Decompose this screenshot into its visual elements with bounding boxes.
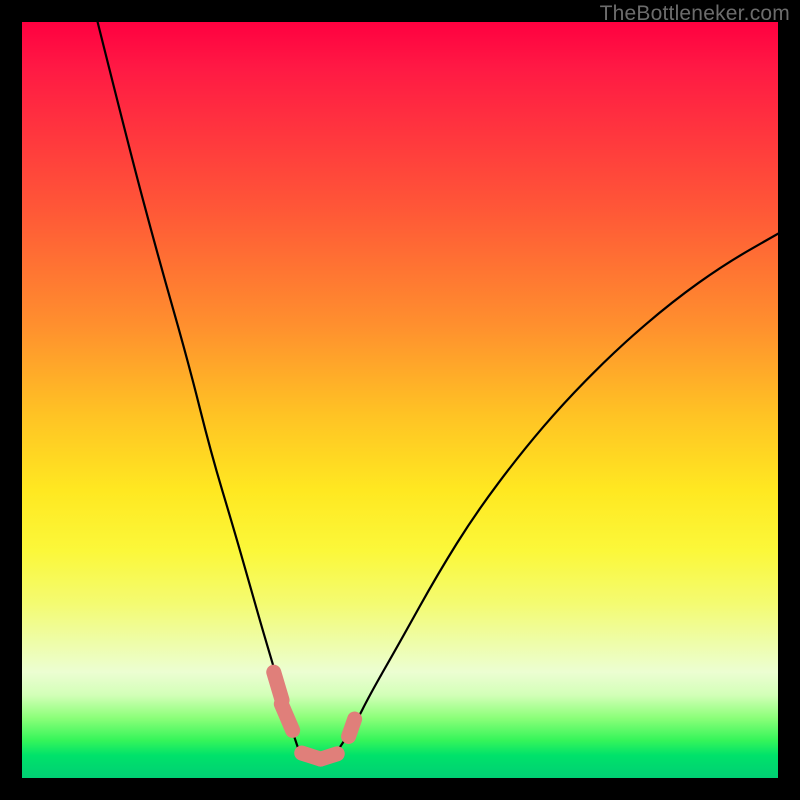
curve-right-branch — [340, 234, 778, 748]
watermark: TheBottleneker.com — [600, 2, 790, 26]
chart-svg — [22, 22, 778, 778]
curve-left-branch — [98, 22, 298, 748]
plot-area — [22, 22, 778, 778]
endpoint-markers — [274, 672, 355, 759]
chart-frame: TheBottleneker.com — [0, 0, 800, 800]
